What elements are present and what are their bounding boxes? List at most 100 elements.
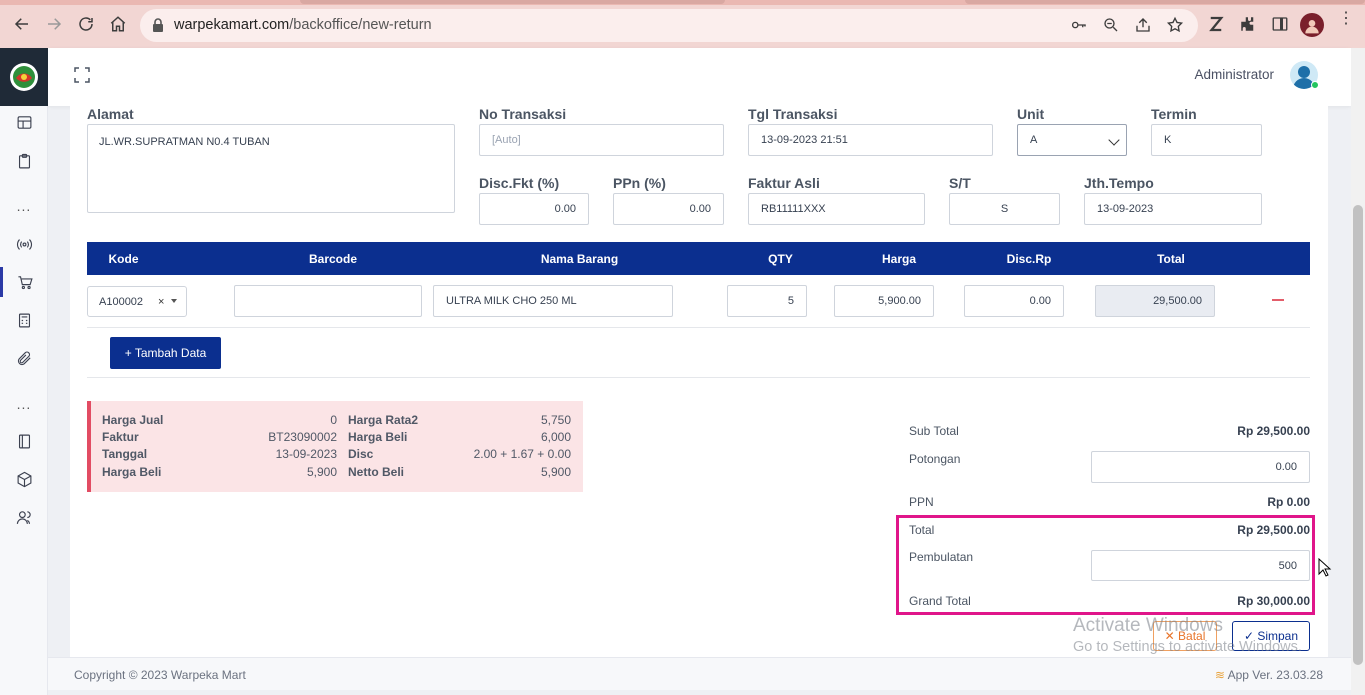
browser-tab[interactable] — [300, 0, 725, 4]
info-value: 5,900 — [306, 465, 337, 479]
ppn-label: PPN — [909, 495, 934, 509]
potongan-label: Potongan — [909, 452, 961, 466]
url-text[interactable]: warpekamart.com/backoffice/new-return — [174, 17, 432, 33]
tgl-transaksi-label: Tgl Transaksi — [748, 106, 838, 122]
activation-watermark-subtitle: Go to Settings to activate Windows. — [1073, 639, 1302, 655]
info-label: Harga Beli — [348, 430, 408, 444]
col-qty: QTY — [768, 252, 793, 266]
disc-fkt-field[interactable]: 0.00 — [479, 193, 589, 225]
col-total: Total — [1157, 252, 1185, 266]
info-value: 5,900 — [540, 465, 571, 479]
barcode-field[interactable] — [234, 285, 422, 317]
share-icon[interactable] — [1134, 16, 1152, 34]
nama-barang-field[interactable]: ULTRA MILK CHO 250 ML — [433, 285, 673, 317]
app-version-text: App Ver. 23.03.28 — [1227, 668, 1323, 682]
address-bar[interactable]: warpekamart.com/backoffice/new-return — [140, 9, 1198, 42]
extensions-icon[interactable] — [1239, 15, 1257, 33]
item-info-panel: Harga Jual 0 Faktur BT23090002 Tanggal 1… — [87, 401, 583, 492]
sidebar-more-icon[interactable]: ... — [0, 198, 48, 214]
forward-icon[interactable] — [43, 13, 65, 35]
key-icon[interactable] — [1070, 16, 1088, 34]
home-icon[interactable] — [107, 13, 129, 35]
app-logo[interactable] — [0, 48, 48, 106]
activation-watermark-title: Activate Windows — [1073, 615, 1223, 636]
no-transaksi-field[interactable]: [Auto] — [479, 124, 724, 156]
scrollbar-thumb[interactable] — [1353, 205, 1363, 665]
divider — [87, 377, 1310, 378]
lock-icon[interactable] — [152, 18, 164, 32]
info-value: 13-09-2023 — [275, 447, 337, 461]
faktur-asli-label: Faktur Asli — [748, 175, 820, 191]
sidepanel-icon[interactable] — [1271, 15, 1289, 33]
harga-field[interactable]: 5,900.00 — [834, 285, 934, 317]
sub-total-value: Rp 29,500.00 — [1237, 424, 1310, 438]
app-version: ≋ App Ver. 23.03.28 — [1215, 668, 1323, 682]
info-label: Harga Beli — [102, 465, 162, 479]
browser-tab[interactable] — [965, 0, 1365, 4]
termin-label: Termin — [1151, 106, 1197, 122]
info-label: Harga Rata2 — [348, 413, 419, 427]
col-barcode: Barcode — [308, 252, 358, 266]
col-nama-barang: Nama Barang — [540, 252, 619, 266]
zoom-icon[interactable] — [1102, 16, 1120, 34]
termin-field[interactable]: K — [1151, 124, 1262, 156]
caret-down-icon[interactable] — [171, 299, 177, 303]
faktur-asli-field[interactable]: RB11111XXX — [748, 193, 925, 225]
sidebar-item-broadcast[interactable] — [0, 229, 48, 259]
app-footer: Copyright © 2023 Warpeka Mart ≋ App Ver.… — [48, 657, 1351, 690]
add-row-button[interactable]: + Tambah Data — [110, 337, 221, 369]
sidebar-item-notebook[interactable] — [0, 426, 48, 456]
remove-row-button[interactable] — [1272, 299, 1284, 301]
ppn-percent-field[interactable]: 0.00 — [613, 193, 724, 225]
online-status-dot — [1311, 81, 1319, 89]
potongan-field[interactable]: 0.00 — [1091, 451, 1310, 483]
reload-icon[interactable] — [75, 13, 97, 35]
unit-select[interactable]: A — [1017, 124, 1127, 156]
profile-avatar-icon[interactable] — [1300, 13, 1324, 37]
sidebar-more-icon[interactable]: ... — [0, 396, 48, 412]
totals-highlight-box — [896, 515, 1315, 615]
tgl-transaksi-field[interactable]: 13-09-2023 21:51 — [748, 124, 993, 156]
bookmark-star-icon[interactable] — [1166, 16, 1184, 34]
ppn-value: Rp 0.00 — [1267, 495, 1310, 509]
zotero-icon[interactable] — [1207, 15, 1225, 33]
info-label: Disc — [348, 447, 374, 461]
clear-icon[interactable]: × — [158, 296, 164, 308]
sidebar-item-cart[interactable] — [0, 267, 48, 297]
qty-field[interactable]: 5 — [727, 285, 807, 317]
ppn-percent-label: PPn (%) — [613, 175, 666, 191]
sidebar-item-attachment[interactable] — [0, 343, 48, 373]
sidebar-item-clipboard[interactable] — [0, 146, 48, 176]
info-label: Netto Beli — [348, 465, 405, 479]
sidebar-item-package[interactable] — [0, 464, 48, 494]
col-disc-rp: Disc.Rp — [1006, 252, 1052, 266]
chrome-menu-icon[interactable]: ⋮ — [1338, 11, 1354, 27]
sidebar-item-users[interactable] — [0, 502, 48, 532]
jth-tempo-field[interactable]: 13-09-2023 — [1084, 193, 1262, 225]
sidebar-item-dashboard[interactable] — [0, 107, 48, 137]
browser-toolbar: warpekamart.com/backoffice/new-return ⋮ — [0, 0, 1365, 48]
sidebar-item-calculator[interactable] — [0, 305, 48, 335]
user-name[interactable]: Administrator — [1194, 67, 1274, 82]
info-label: Tanggal — [102, 447, 148, 461]
st-field[interactable]: S — [949, 193, 1060, 225]
dashboard-icon — [17, 115, 31, 129]
alamat-field[interactable]: JL.WR.SUPRATMAN N0.4 TUBAN — [87, 124, 455, 213]
page-scrollbar[interactable] — [1351, 48, 1365, 695]
no-transaksi-label: No Transaksi — [479, 106, 567, 122]
clipboard-icon — [18, 153, 30, 168]
app-header: Administrator — [48, 48, 1351, 106]
col-kode: Kode — [108, 252, 139, 266]
info-value: 6,000 — [540, 430, 571, 444]
fullscreen-icon[interactable] — [74, 67, 90, 83]
back-icon[interactable] — [11, 13, 33, 35]
kode-value: A100002 — [99, 296, 144, 308]
info-value: 2.00 + 1.67 + 0.00 — [473, 447, 571, 461]
info-value: BT23090002 — [268, 430, 337, 444]
alamat-label: Alamat — [87, 106, 134, 122]
disc-rp-field[interactable]: 0.00 — [964, 285, 1064, 317]
sidebar: ... ... — [0, 48, 48, 695]
mouse-cursor-icon — [1318, 558, 1332, 577]
calculator-icon — [18, 313, 30, 327]
jth-tempo-label: Jth.Tempo — [1084, 175, 1154, 191]
